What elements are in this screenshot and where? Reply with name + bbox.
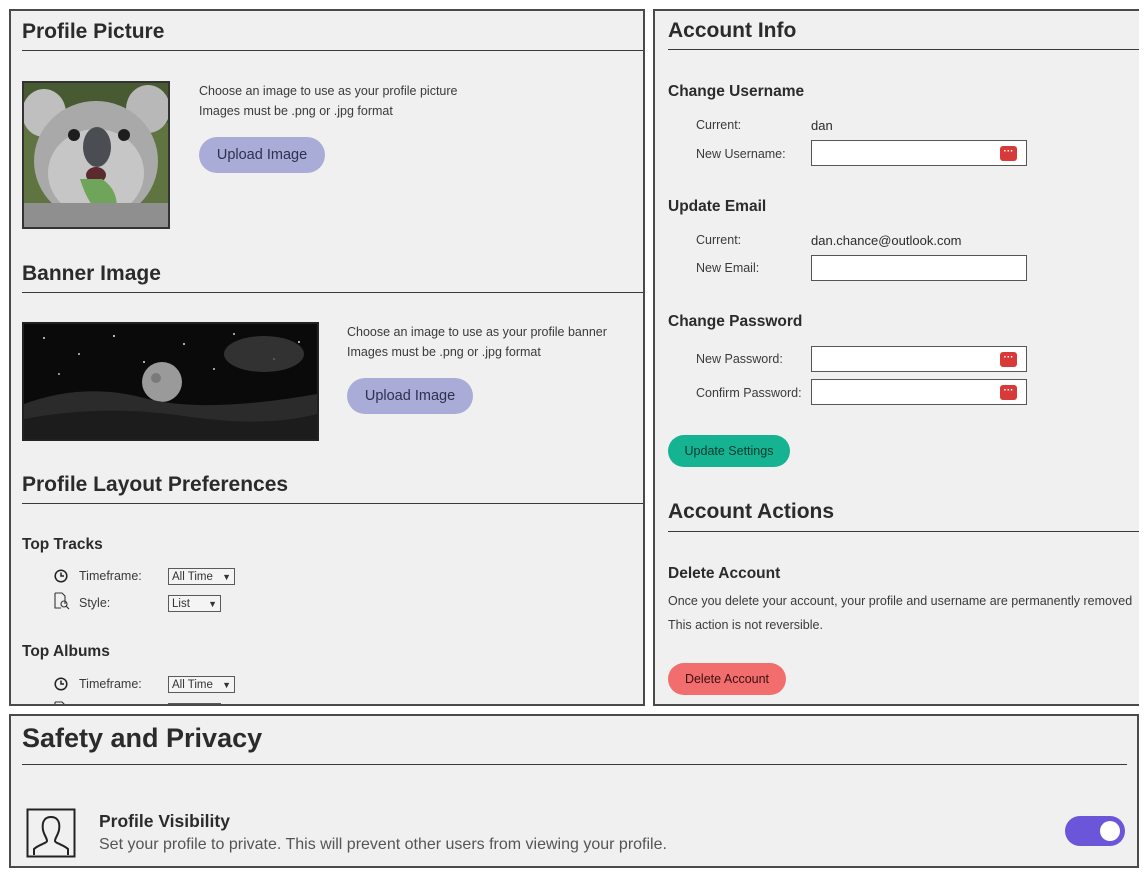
style-value: List — [172, 597, 190, 610]
upload-banner-button[interactable]: Upload Image — [347, 378, 473, 414]
layout-preferences-heading: Profile Layout Preferences — [22, 473, 289, 496]
account-info-heading: Account Info — [668, 19, 797, 42]
safety-privacy-panel: Safety and Privacy Profile Visibility Se… — [9, 714, 1139, 868]
account-actions-heading: Account Actions — [668, 500, 835, 523]
delete-account-button[interactable]: Delete Account — [668, 663, 786, 695]
top-tracks-style-select[interactable]: List ▼ — [168, 595, 221, 612]
timeframe-value: All Time — [172, 570, 213, 583]
profile-picture-format-note: Images must be .png or .jpg format — [199, 104, 393, 118]
delete-account-irreversible-note: This action is not reversible. — [668, 618, 823, 632]
style-label: Style: — [79, 596, 111, 610]
top-albums-style-select[interactable] — [168, 703, 221, 704]
divider — [22, 764, 1127, 765]
profile-picture-preview — [22, 81, 170, 229]
timeframe-label: Timeframe: — [79, 569, 142, 583]
banner-image-preview — [22, 322, 319, 441]
current-username-value: dan — [811, 118, 833, 133]
password-manager-icon[interactable]: ··· — [1000, 385, 1017, 400]
top-albums-timeframe-select[interactable]: All Time ▼ — [168, 676, 235, 693]
upload-profile-picture-button[interactable]: Upload Image — [199, 137, 325, 173]
profile-settings-panel: Profile Picture Choose an image to use a… — [9, 9, 645, 706]
chevron-down-icon: ▼ — [222, 571, 231, 582]
timeframe-value: All Time — [172, 678, 213, 691]
profile-visibility-title: Profile Visibility — [99, 811, 230, 831]
profile-visibility-toggle[interactable] — [1065, 816, 1125, 846]
clock-icon — [54, 677, 68, 691]
profile-picture-heading: Profile Picture — [22, 20, 165, 43]
new-username-label: New Username: — [696, 147, 786, 161]
delete-account-heading: Delete Account — [668, 565, 781, 582]
change-password-heading: Change Password — [668, 313, 803, 330]
profile-visibility-description: Set your profile to private. This will p… — [99, 836, 667, 853]
divider — [22, 50, 643, 51]
banner-instructions: Choose an image to use as your profile b… — [347, 325, 607, 339]
top-tracks-timeframe-select[interactable]: All Time ▼ — [168, 568, 235, 585]
document-search-icon — [53, 592, 70, 610]
toggle-knob — [1100, 821, 1120, 841]
timeframe-label: Timeframe: — [79, 677, 142, 691]
password-manager-icon[interactable]: ··· — [1000, 352, 1017, 367]
confirm-password-input[interactable]: ··· — [811, 379, 1027, 405]
divider — [22, 292, 643, 293]
update-settings-button[interactable]: Update Settings — [668, 435, 790, 467]
profile-picture-instructions: Choose an image to use as your profile p… — [199, 84, 458, 98]
new-password-input[interactable]: ··· — [811, 346, 1027, 372]
safety-privacy-heading: Safety and Privacy — [22, 723, 263, 753]
new-username-input[interactable]: ··· — [811, 140, 1027, 166]
delete-account-warning: Once you delete your account, your profi… — [668, 594, 1133, 608]
divider — [668, 49, 1139, 50]
top-tracks-heading: Top Tracks — [22, 536, 103, 553]
chevron-down-icon: ▼ — [222, 679, 231, 690]
current-email-label: Current: — [696, 233, 742, 247]
divider — [668, 531, 1139, 532]
chevron-down-icon: ▼ — [208, 598, 217, 609]
divider — [22, 503, 643, 504]
banner-format-note: Images must be .png or .jpg format — [347, 345, 541, 359]
user-silhouette-icon — [26, 808, 76, 858]
new-password-label: New Password: — [696, 352, 783, 366]
password-manager-icon[interactable]: ··· — [1000, 146, 1017, 161]
current-username-label: Current: — [696, 118, 742, 132]
account-settings-panel: Account Info Change Username Current: da… — [653, 9, 1139, 706]
change-username-heading: Change Username — [668, 83, 805, 100]
new-email-label: New Email: — [696, 261, 760, 275]
clock-icon — [54, 569, 68, 583]
document-search-icon — [53, 701, 70, 704]
new-email-input[interactable] — [811, 255, 1027, 281]
top-albums-heading: Top Albums — [22, 643, 110, 660]
confirm-password-label: Confirm Password: — [696, 386, 802, 400]
current-email-value: dan.chance@outlook.com — [811, 233, 962, 248]
banner-image-heading: Banner Image — [22, 262, 161, 285]
update-email-heading: Update Email — [668, 198, 767, 215]
